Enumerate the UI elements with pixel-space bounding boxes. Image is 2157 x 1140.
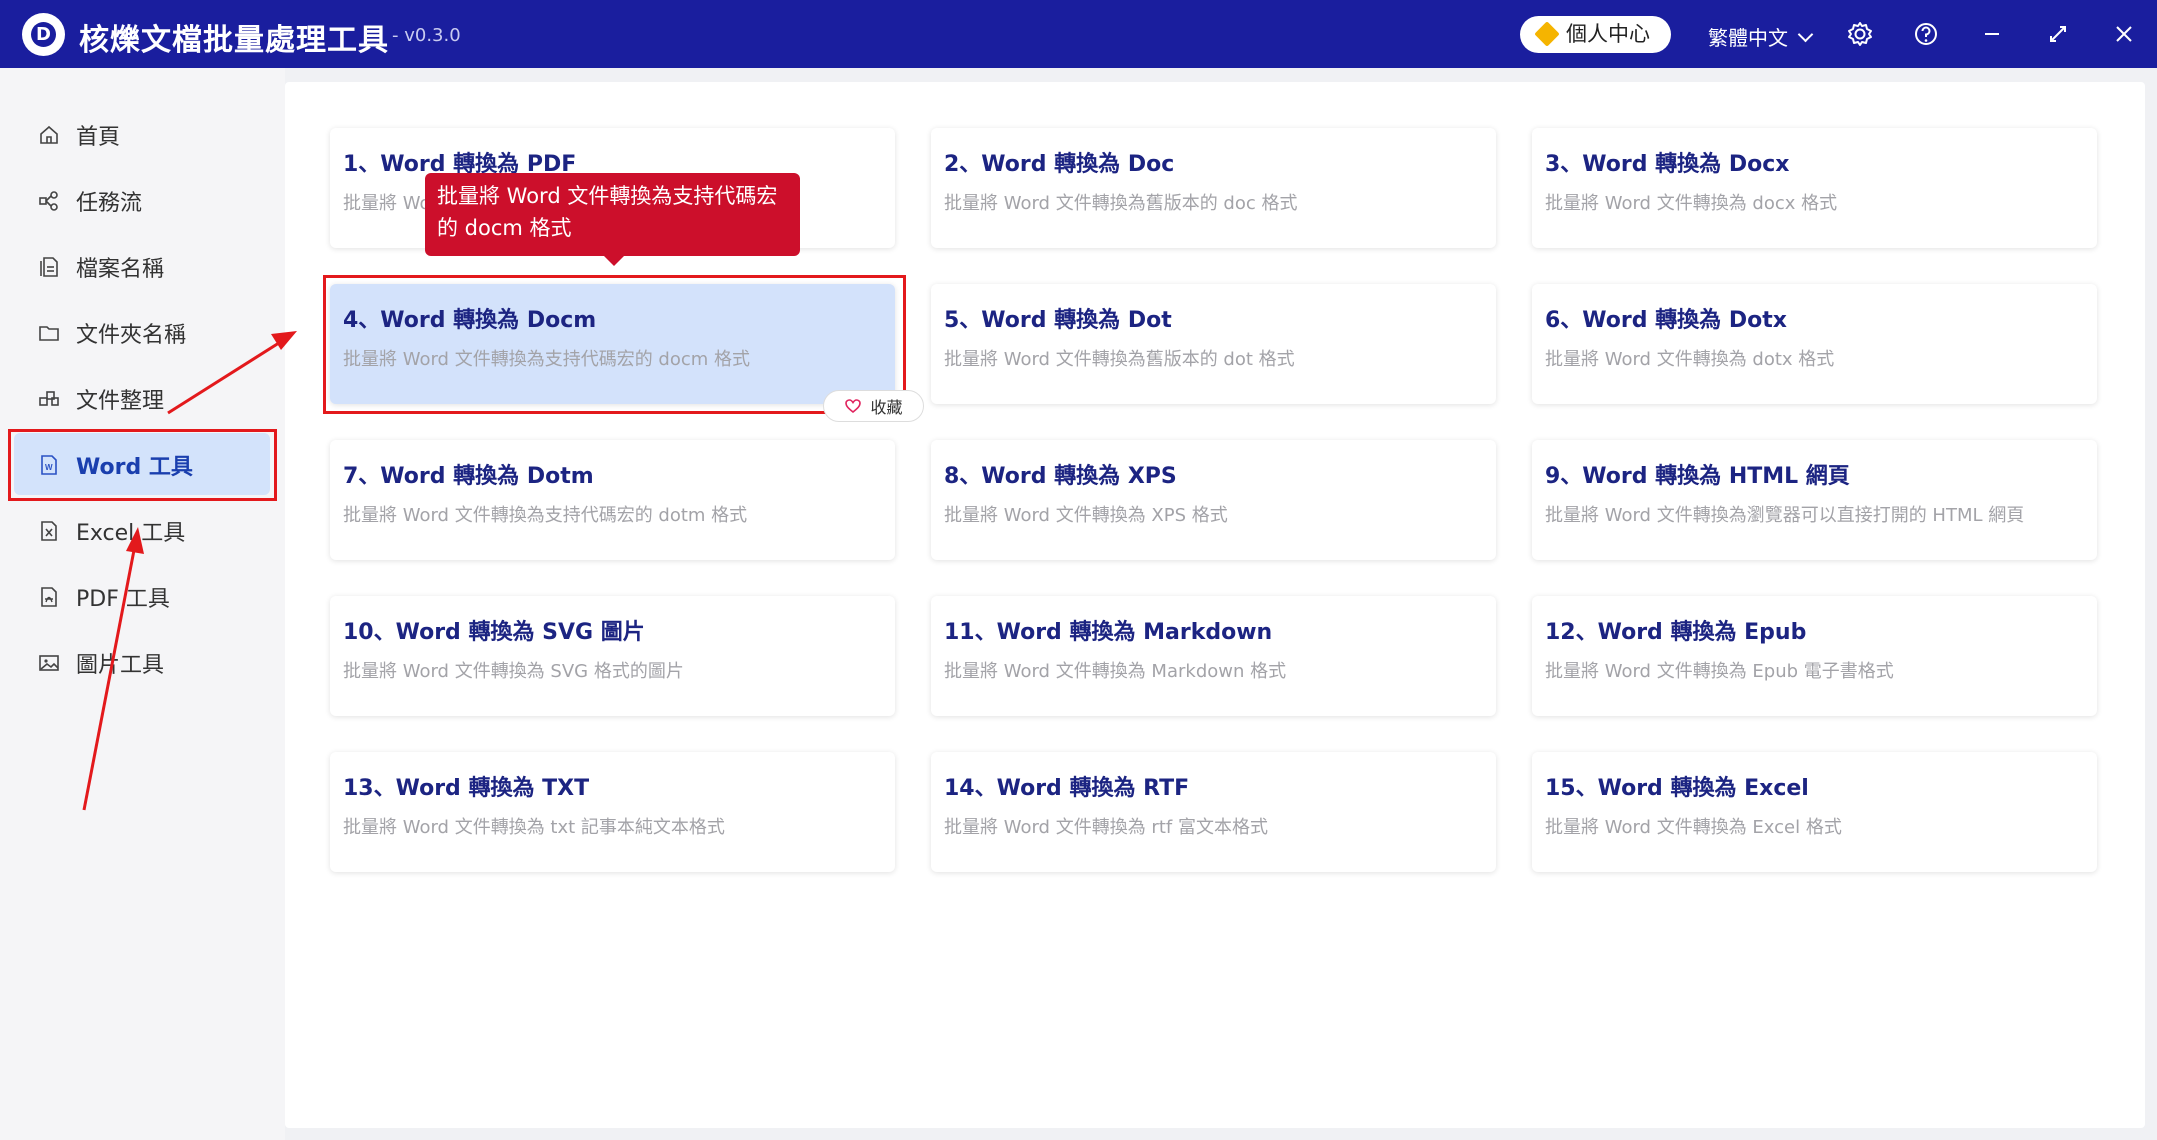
card-desc: 批量將 Word 文件轉換為 dotx 格式 [1545,349,1835,370]
card-desc: 批量將 Word 文件轉換為 SVG 格式的圖片 [343,661,684,682]
tool-card-word-to-epub[interactable]: 12、Word 轉換為 Epub 批量將 Word 文件轉換為 Epub 電子書… [1532,596,2097,716]
favorite-button[interactable]: 收藏 [823,390,924,422]
app-title: 核爍文檔批量處理工具 [79,23,389,58]
sidebar-item-label: 首頁 [76,125,121,150]
title-bar: D 核爍文檔批量處理工具 - v0.3.0 個人中心 繁體中文 [0,0,2157,68]
card-desc: 批量將 Word 文件轉換為 Markdown 格式 [944,661,1287,682]
close-icon[interactable] [2109,19,2139,49]
tool-card-word-to-markdown[interactable]: 11、Word 轉換為 Markdown 批量將 Word 文件轉換為 Mark… [931,596,1496,716]
sidebar-item-pdf-tools[interactable]: PDF 工具 [38,579,170,615]
card-desc: 批量將 Word 文件轉換為 Epub 電子書格式 [1545,661,1894,682]
tool-card-word-to-svg[interactable]: 10、Word 轉換為 SVG 圖片 批量將 Word 文件轉換為 SVG 格式… [330,596,895,716]
card-desc: 批量將 Word 文件轉換為舊版本的 dot 格式 [944,349,1295,370]
card-title: 9、Word 轉換為 HTML 網頁 [1545,464,1850,489]
tool-card-word-to-rtf[interactable]: 14、Word 轉換為 RTF 批量將 Word 文件轉換為 rtf 富文本格式 [931,752,1496,872]
heart-icon [845,399,862,414]
tool-card-word-to-dotx[interactable]: 6、Word 轉換為 Dotx 批量將 Word 文件轉換為 dotx 格式 [1532,284,2097,404]
pdf-icon [38,586,60,608]
card-desc: 批量將 Word 文件轉換為瀏覽器可以直接打開的 HTML 網頁 [1545,505,2025,526]
excel-icon [38,520,60,542]
favorite-label: 收藏 [870,398,903,417]
sidebar-item-file-name[interactable]: 檔案名稱 [38,249,164,285]
help-icon[interactable] [1911,19,1941,49]
tool-card-word-to-xps[interactable]: 8、Word 轉換為 XPS 批量將 Word 文件轉換為 XPS 格式 [931,440,1496,560]
card-title: 11、Word 轉換為 Markdown [944,620,1273,645]
tool-card-word-to-excel[interactable]: 15、Word 轉換為 Excel 批量將 Word 文件轉換為 Excel 格… [1532,752,2097,872]
tooltip-line: 的 docm 格式 [437,216,572,240]
sidebar-item-home[interactable]: 首頁 [38,117,120,153]
image-icon [38,652,60,674]
card-title: 7、Word 轉換為 Dotm [343,464,594,489]
workflow-icon [38,190,60,212]
home-icon [38,124,60,146]
file-name-icon [38,256,60,278]
personal-center-button[interactable]: 個人中心 [1520,16,1671,53]
personal-center-label: 個人中心 [1566,22,1650,46]
card-title: 15、Word 轉換為 Excel [1545,776,1809,801]
sidebar-item-label: 文件夾名稱 [76,323,187,348]
maximize-icon[interactable] [2043,19,2073,49]
tool-card-word-to-txt[interactable]: 13、Word 轉換為 TXT 批量將 Word 文件轉換為 txt 記事本純文… [330,752,895,872]
card-desc: 批量將 Word 文件轉換為支持代碼宏的 dotm 格式 [343,505,748,526]
app-logo-icon: D [22,13,65,56]
tooltip: 批量將 Word 文件轉換為支持代碼宏 的 docm 格式 [425,173,800,256]
tool-card-word-to-dotm[interactable]: 7、Word 轉換為 Dotm 批量將 Word 文件轉換為支持代碼宏的 dot… [330,440,895,560]
language-label: 繁體中文 [1708,26,1788,50]
card-title: 13、Word 轉換為 TXT [343,776,590,801]
card-title: 14、Word 轉換為 RTF [944,776,1190,801]
card-title: 12、Word 轉換為 Epub [1545,620,1807,645]
tool-card-word-to-docx[interactable]: 3、Word 轉換為 Docx 批量將 Word 文件轉換為 docx 格式 [1532,128,2097,248]
card-title: 2、Word 轉換為 Doc [944,152,1175,177]
sidebar-item-label: Excel 工具 [76,521,186,546]
card-title: 6、Word 轉換為 Dotx [1545,308,1787,333]
sidebar-item-image-tools[interactable]: 圖片工具 [38,645,164,681]
organize-icon [38,388,60,410]
tool-card-word-to-doc[interactable]: 2、Word 轉換為 Doc 批量將 Word 文件轉換為舊版本的 doc 格式 [931,128,1496,248]
card-title: 3、Word 轉換為 Docx [1545,152,1790,177]
sidebar-item-workflow[interactable]: 任務流 [38,183,142,219]
tooltip-line: 批量將 Word 文件轉換為支持代碼宏 [437,184,778,208]
card-title: 10、Word 轉換為 SVG 圖片 [343,620,645,645]
sidebar-highlight-box [8,429,277,501]
folder-icon [38,322,60,344]
sidebar-item-label: PDF 工具 [76,587,170,612]
sidebar-item-excel-tools[interactable]: Excel 工具 [38,513,185,549]
app-version: - v0.3.0 [392,25,461,46]
tooltip-arrow [603,255,625,266]
minimize-icon[interactable] [1977,19,2007,49]
sidebar-item-label: 檔案名稱 [76,257,165,282]
settings-icon[interactable] [1845,19,1875,49]
card-title: 5、Word 轉換為 Dot [944,308,1172,333]
sidebar-item-label: 文件整理 [76,389,165,414]
card-title: 8、Word 轉換為 XPS [944,464,1177,489]
sidebar-item-folder-name[interactable]: 文件夾名稱 [38,315,186,351]
sidebar-item-label: 圖片工具 [76,653,165,678]
chevron-down-icon [1797,26,1814,43]
tool-card-word-to-html[interactable]: 9、Word 轉換為 HTML 網頁 批量將 Word 文件轉換為瀏覽器可以直接… [1532,440,2097,560]
card-desc: 批量將 Word 文件轉換為 docx 格式 [1545,193,1838,214]
card-desc: 批量將 Word 文件轉換為 Excel 格式 [1545,817,1842,838]
sidebar-item-organize[interactable]: 文件整理 [38,381,164,417]
tool-card-word-to-dot[interactable]: 5、Word 轉換為 Dot 批量將 Word 文件轉換為舊版本的 dot 格式 [931,284,1496,404]
diamond-icon [1534,21,1560,47]
card-desc: 批量將 Word 文件轉換為 XPS 格式 [944,505,1228,526]
sidebar-item-label: 任務流 [76,191,143,216]
card-desc: 批量將 Word 文件轉換為 rtf 富文本格式 [944,817,1268,838]
card-highlight-box [323,275,906,414]
card-desc: 批量將 Word 文件轉換為 txt 記事本純文本格式 [343,817,725,838]
card-desc: 批量將 Word 文件轉換為舊版本的 doc 格式 [944,193,1298,214]
language-select[interactable]: 繁體中文 [1708,22,1814,51]
